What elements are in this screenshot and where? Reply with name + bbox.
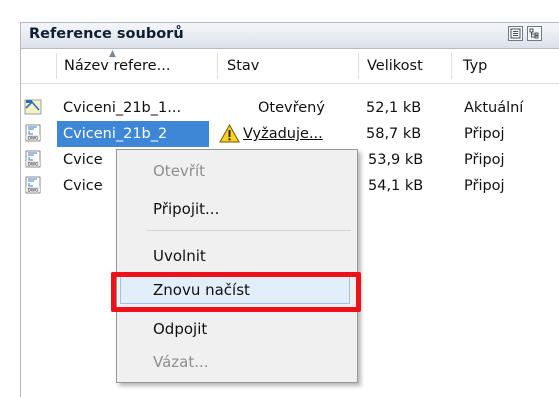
menu-item-detach[interactable]: Odpojit: [153, 320, 207, 338]
svg-text:DWG: DWG: [28, 135, 39, 140]
reference-size: 58,7 kB: [366, 126, 422, 142]
menu-item-bind[interactable]: Vázat...: [153, 353, 209, 371]
reference-status: Otevřený: [258, 100, 325, 116]
reference-type: Připoj: [464, 178, 505, 194]
dwg-file-icon: DWG: [25, 150, 41, 168]
column-header-status[interactable]: Stav: [227, 49, 259, 83]
drawing-current-icon: [24, 99, 42, 115]
reference-name: Cviceni_21b_2: [63, 126, 168, 142]
reload-highlight-frame: [111, 272, 361, 312]
reference-type: Připoj: [464, 126, 505, 142]
reference-size: 53,9 kB: [368, 152, 424, 168]
reference-type: Aktuální: [464, 100, 524, 116]
column-separator[interactable]: [217, 53, 218, 79]
panel-titlebar: Reference souborů: [21, 23, 559, 49]
table-row[interactable]: Cviceni_21b_1... Otevřený 52,1 kB Aktuál…: [21, 95, 559, 121]
reference-type: Připoj: [464, 152, 505, 168]
tree-view-icon[interactable]: [527, 26, 542, 41]
column-header-row: ▲ Název refere... Stav Velikost Typ: [21, 49, 559, 84]
reference-size: 54,1 kB: [368, 178, 424, 194]
panel-title: Reference souborů: [29, 26, 184, 42]
reference-status: Vyžaduje...: [243, 126, 323, 142]
column-separator[interactable]: [451, 53, 452, 79]
reference-size: 52,1 kB: [366, 100, 422, 116]
svg-text:DWG: DWG: [28, 187, 39, 192]
column-separator[interactable]: [358, 53, 359, 79]
dwg-file-icon: DWG: [25, 176, 41, 194]
dwg-file-icon: DWG: [25, 124, 41, 142]
reference-name: Cvice: [63, 152, 103, 168]
svg-text:DWG: DWG: [28, 161, 39, 166]
column-header-name[interactable]: Název refere...: [64, 49, 170, 83]
menu-separator: [147, 230, 351, 231]
column-separator: [56, 53, 57, 79]
reference-name: Cviceni_21b_1...: [63, 100, 182, 116]
menu-item-attach[interactable]: Připojit...: [153, 200, 219, 218]
menu-item-unload[interactable]: Uvolnit: [153, 247, 206, 265]
reference-name: Cvice: [63, 178, 103, 194]
column-header-type[interactable]: Typ: [463, 49, 487, 83]
column-header-size[interactable]: Velikost: [367, 49, 423, 83]
table-row[interactable]: DWG Cviceni_21b_2 Vyžaduje... 58,7 kB Př…: [21, 121, 559, 147]
menu-item-open[interactable]: Otevřít: [153, 162, 205, 180]
warning-icon: [219, 124, 240, 143]
list-view-icon[interactable]: [508, 26, 523, 41]
context-menu: Otevřít Připojit... Uvolnit Znovu načíst…: [116, 149, 358, 383]
